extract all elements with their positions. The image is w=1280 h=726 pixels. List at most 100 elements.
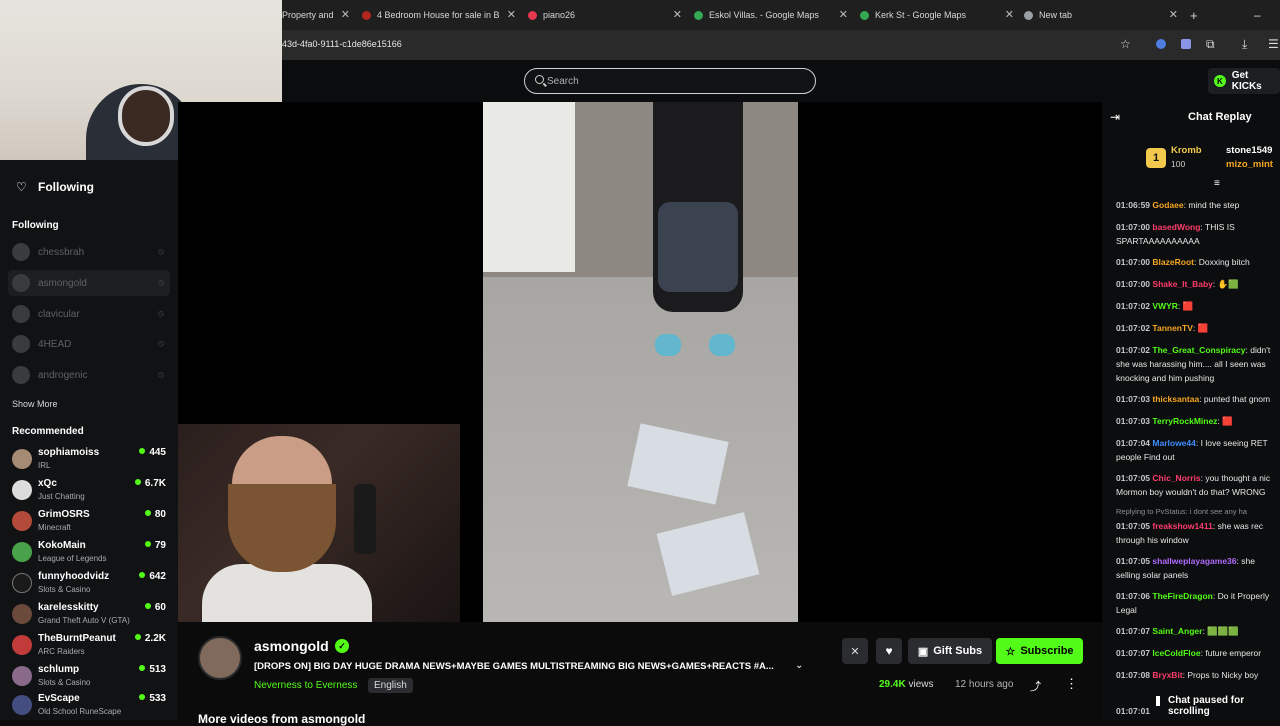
recommended-section-title: Recommended — [12, 426, 84, 437]
get-kicks-button[interactable]: K Get KICKs — [1208, 68, 1280, 94]
show-more-link[interactable]: Show More — [12, 399, 58, 409]
message-user[interactable]: shallweplayagame36 — [1152, 556, 1236, 566]
channel-name[interactable]: asmongold — [254, 638, 329, 654]
puzzle-icon[interactable]: ⧉ — [1206, 37, 1215, 52]
message-user[interactable]: Shake_It_Baby — [1152, 279, 1212, 289]
extension-icon[interactable] — [1181, 39, 1191, 49]
menu-icon[interactable]: ☰ — [1268, 37, 1279, 51]
avatar — [12, 511, 32, 531]
sidebar-item-recommended[interactable]: xQc Just Chatting 6.7K — [8, 475, 170, 505]
avatar — [12, 666, 32, 686]
expand-icon[interactable]: ≡ — [1214, 178, 1220, 189]
viewer-count: 80 — [154, 509, 166, 520]
close-icon[interactable]: ✕ — [1005, 8, 1014, 21]
sidebar-item-recommended[interactable]: sophiamoiss IRL 445 — [8, 444, 170, 474]
star-icon[interactable]: ☆ — [1120, 37, 1131, 51]
message-user[interactable]: BryxBit — [1152, 670, 1182, 680]
video-player[interactable] — [178, 102, 1102, 624]
message-user[interactable]: TheFireDragon — [1152, 591, 1212, 601]
chat-message: 01:07:06 TheFireDragon: Do it Properly L… — [1116, 591, 1270, 615]
follow-button[interactable]: ♥ — [876, 638, 902, 664]
chat-message: 01:07:07 IceColdFloe: future emperor — [1116, 648, 1262, 658]
video-clip — [483, 102, 798, 622]
gift-subs-button[interactable]: ▣ Gift Subs — [908, 638, 992, 664]
url-field[interactable]: 43d-4fa0-9111-c1de86e15166 — [282, 39, 402, 49]
sidebar-item-following[interactable]: chessbrah ⦸ — [8, 239, 170, 265]
offline-icon: ⦸ — [158, 369, 164, 379]
message-user[interactable]: basedWong — [1152, 222, 1200, 232]
live-dot-icon — [144, 541, 151, 547]
browser-tab[interactable]: Kerk St - Google Maps ✕ — [860, 2, 1020, 28]
chevron-down-icon[interactable]: ⌄ — [795, 660, 803, 671]
sidebar-item-following[interactable]: androgenic ⦸ — [8, 362, 170, 388]
live-dot-icon — [139, 448, 146, 454]
search-input[interactable]: Search — [524, 68, 816, 94]
channel-category: Minecraft — [38, 523, 71, 532]
extension-icon[interactable] — [1156, 39, 1166, 49]
browser-tab[interactable]: Property and ✕ — [282, 2, 356, 28]
message-user[interactable]: TerryRockMinez — [1152, 416, 1217, 426]
message-user[interactable]: thicksantaa — [1152, 394, 1199, 404]
message-user[interactable]: The_Great_Conspiracy — [1152, 345, 1245, 355]
message-user[interactable]: Saint_Anger — [1152, 626, 1202, 636]
subscribe-button[interactable]: ☆ Subscribe — [996, 638, 1083, 664]
sidebar-item-following[interactable]: asmongold ⦸ — [8, 270, 170, 296]
message-user[interactable]: Marlowe44 — [1152, 438, 1195, 448]
leaderboard[interactable]: 1 Kromb 100 stone1549 mizo_mint — [1146, 142, 1280, 174]
message-user[interactable]: TannenTV — [1152, 323, 1192, 333]
heart-icon: ♡ — [16, 180, 27, 194]
message-time: 01:07:02 — [1116, 345, 1151, 355]
following-header[interactable]: Following — [38, 180, 94, 194]
sidebar-item-recommended[interactable]: karelesskitty Grand Theft Auto V (GTA) 6… — [8, 599, 170, 629]
clip-shoe — [655, 334, 681, 356]
sidebar-item-recommended[interactable]: KokoMain League of Legends 79 — [8, 537, 170, 567]
live-dot-icon — [144, 510, 151, 516]
browser-tab[interactable]: piano26 ✕ — [528, 2, 688, 28]
category-link[interactable]: Neverness to Everness — [254, 680, 357, 691]
close-icon[interactable]: ✕ — [341, 8, 350, 21]
chat-message: 01:07:08 BryxBit: Props to Nicky boy — [1116, 670, 1259, 680]
sidebar-item-recommended[interactable]: schlump Slots & Casino 513 — [8, 661, 170, 691]
message-time: 01:07:07 — [1116, 648, 1151, 658]
chat-paused-notice[interactable]: Chat paused for scrolling — [1168, 695, 1280, 717]
sidebar-item-recommended[interactable]: EvScape Old School RuneScape 533 — [8, 690, 170, 720]
sidebar-item-following[interactable]: 4HEAD ⦸ — [8, 331, 170, 357]
sidebar-item-recommended[interactable]: GrimOSRS Minecraft 80 — [8, 506, 170, 536]
close-icon[interactable]: ✕ — [839, 8, 848, 21]
browser-tab[interactable]: Eskol Villas. - Google Maps ✕ — [694, 2, 854, 28]
views-number: 29.4K — [879, 679, 906, 690]
close-icon[interactable]: ✕ — [507, 8, 516, 21]
following-section-title: Following — [12, 220, 59, 231]
channel-name: funnyhoodvidz — [38, 571, 110, 582]
new-tab-button[interactable]: + — [1190, 2, 1204, 28]
message-user[interactable]: VWYR — [1152, 301, 1178, 311]
channel-category: Old School RuneScape — [38, 707, 122, 716]
more-options-icon[interactable]: ⋮ — [1065, 676, 1078, 692]
download-icon[interactable]: ⤓ — [1242, 37, 1247, 52]
message-user[interactable]: Godaee — [1152, 200, 1183, 210]
minimize-icon[interactable]: – — [1254, 2, 1266, 28]
channel-category: League of Legends — [38, 554, 107, 563]
browser-tab[interactable]: New tab ✕ — [1024, 2, 1184, 28]
share-icon[interactable]: ⤴ — [1030, 678, 1041, 694]
browser-tab[interactable]: 4 Bedroom House for sale in B ✕ — [362, 2, 522, 28]
message-user[interactable]: Chic_Norris — [1152, 473, 1200, 483]
clip-shoe — [709, 334, 735, 356]
collapse-chat-icon[interactable]: ⇥ — [1110, 110, 1120, 124]
close-icon[interactable]: ✕ — [1169, 8, 1178, 21]
sidebar-item-recommended[interactable]: TheBurntPeanut ARC Raiders 2.2K — [8, 630, 170, 660]
mute-notifications-button[interactable]: ✕ — [842, 638, 868, 664]
sidebar-item-recommended[interactable]: funnyhoodvidz Slots & Casino 642 — [8, 568, 170, 598]
live-dot-icon — [134, 634, 141, 640]
message-user[interactable]: BlazeRoot — [1152, 257, 1194, 267]
chat-message: 01:07:00 Shake_It_Baby: ✋🟩 — [1116, 279, 1239, 289]
sidebar-item-following[interactable]: clavicular ⦸ — [8, 301, 170, 327]
tab-label: piano26 — [543, 10, 576, 20]
message-user[interactable]: IceColdFloe — [1152, 648, 1200, 658]
leaderboard-user: mizo_mint — [1226, 159, 1273, 170]
message-user[interactable]: freakshow1411 — [1152, 521, 1212, 531]
avatar[interactable] — [198, 636, 242, 680]
close-icon[interactable]: ✕ — [673, 8, 682, 21]
leaderboard-user: Kromb — [1171, 145, 1202, 156]
language-badge[interactable]: English — [368, 678, 413, 693]
